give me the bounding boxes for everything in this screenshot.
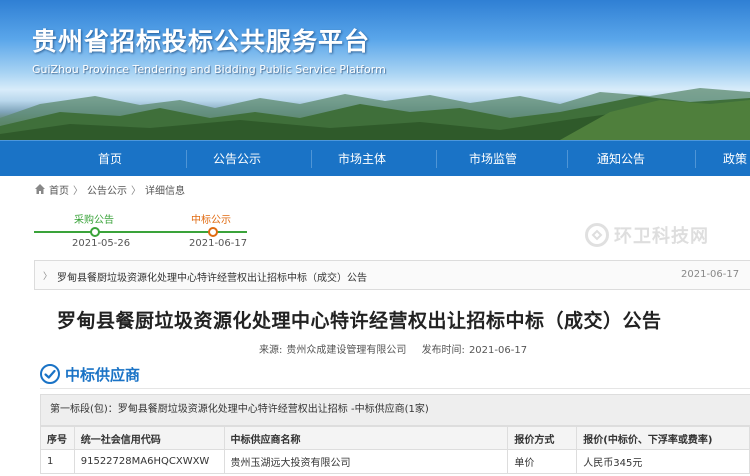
- package-header: 第一标段(包)：罗甸县餐厨垃圾资源化处理中心特许经营权出让招标 -中标供应商(1…: [40, 394, 750, 426]
- timeline-date-procurement: 2021-05-26: [72, 238, 131, 249]
- timeline-step-procurement[interactable]: 采购公告: [74, 211, 114, 226]
- col-header-quote-method: 报价方式: [507, 426, 578, 450]
- col-header-quote: 报价(中标价、下浮率或费率): [576, 426, 750, 450]
- breadcrumb: 首页 〉 公告公示 〉 详细信息: [34, 181, 185, 197]
- chevron-right-icon: 〉: [43, 272, 53, 282]
- site-title: 贵州省招标投标公共服务平台: [32, 27, 371, 56]
- related-notice-link[interactable]: 罗甸县餐厨垃圾资源化处理中心特许经营权出让招标中标（成交）公告: [57, 269, 367, 284]
- timeline-line: [197, 231, 247, 233]
- nav-item-notices[interactable]: 通知公告: [571, 141, 671, 177]
- page-title: 罗甸县餐厨垃圾资源化处理中心特许经营权出让招标中标（成交）公告: [57, 310, 662, 332]
- breadcrumb-home[interactable]: 首页: [49, 182, 69, 197]
- site-subtitle: GuiZhou Province Tendering and Bidding P…: [32, 63, 386, 76]
- cell-index: 1: [40, 449, 75, 474]
- publish-time-value: 2021-06-17: [468, 345, 528, 356]
- watermark-text: 环卫科技网: [614, 226, 709, 247]
- breadcrumb-announcements[interactable]: 公告公示: [87, 182, 127, 197]
- watermark: 环卫科技网: [585, 222, 709, 248]
- cell-supplier-name: 贵州玉湖远大投资有限公司: [223, 449, 509, 474]
- nav-divider: [436, 150, 437, 168]
- timeline-dot-award: [208, 227, 218, 237]
- timeline-line-done: [34, 231, 197, 233]
- header-banner: 贵州省招标投标公共服务平台 GuiZhou Province Tendering…: [0, 0, 750, 140]
- col-header-index: 序号: [40, 426, 75, 450]
- nav-divider: [695, 150, 696, 168]
- breadcrumb-separator: 〉: [73, 185, 83, 197]
- publish-time-label: 发布时间:: [421, 345, 465, 356]
- cell-quote-method: 单价: [507, 449, 578, 474]
- section-divider: [40, 388, 750, 389]
- table-header-row: 序号 统一社会信用代码 中标供应商名称 报价方式 报价(中标价、下浮率或费率): [40, 426, 750, 450]
- breadcrumb-separator: 〉: [131, 185, 141, 197]
- main-nav: 首页 公告公示 市场主体 市场监管 通知公告 政策: [0, 140, 750, 176]
- section-header-winning-supplier: 中标供应商: [40, 362, 140, 386]
- nav-item-market-entities[interactable]: 市场主体: [312, 141, 412, 177]
- home-icon: [35, 184, 45, 194]
- winning-supplier-table: 序号 统一社会信用代码 中标供应商名称 报价方式 报价(中标价、下浮率或费率) …: [40, 426, 750, 474]
- section-title: 中标供应商: [65, 365, 141, 384]
- nav-item-policy[interactable]: 政策: [723, 141, 750, 177]
- section-badge-icon: [40, 364, 60, 384]
- col-header-credit-code: 统一社会信用代码: [73, 426, 225, 450]
- article-meta: 来源: 贵州众成建设管理有限公司 发布时间: 2021-06-17: [259, 341, 531, 356]
- nav-item-announcements[interactable]: 公告公示: [187, 141, 287, 177]
- nav-item-market-supervision[interactable]: 市场监管: [443, 141, 543, 177]
- breadcrumb-current: 详细信息: [145, 185, 185, 197]
- related-notice-bar: 〉 罗甸县餐厨垃圾资源化处理中心特许经营权出让招标中标（成交）公告 2021-0…: [34, 260, 750, 290]
- related-notice-date: 2021-06-17: [681, 269, 740, 280]
- timeline-date-award: 2021-06-17: [189, 238, 248, 249]
- col-header-supplier-name: 中标供应商名称: [223, 426, 509, 450]
- timeline-step-award[interactable]: 中标公示: [191, 211, 231, 226]
- source-label: 来源:: [259, 345, 283, 356]
- cell-quote: 人民币345元: [576, 449, 750, 474]
- nav-item-home[interactable]: 首页: [60, 141, 160, 177]
- nav-divider: [567, 150, 568, 168]
- source-value: 贵州众成建设管理有限公司: [286, 345, 407, 356]
- watermark-logo-icon: [585, 223, 609, 247]
- table-row: 1 91522728MA6HQCXWXW 贵州玉湖远大投资有限公司 单价 人民币…: [40, 449, 750, 474]
- timeline-dot-procurement: [90, 227, 100, 237]
- cell-credit-code: 91522728MA6HQCXWXW: [73, 449, 225, 474]
